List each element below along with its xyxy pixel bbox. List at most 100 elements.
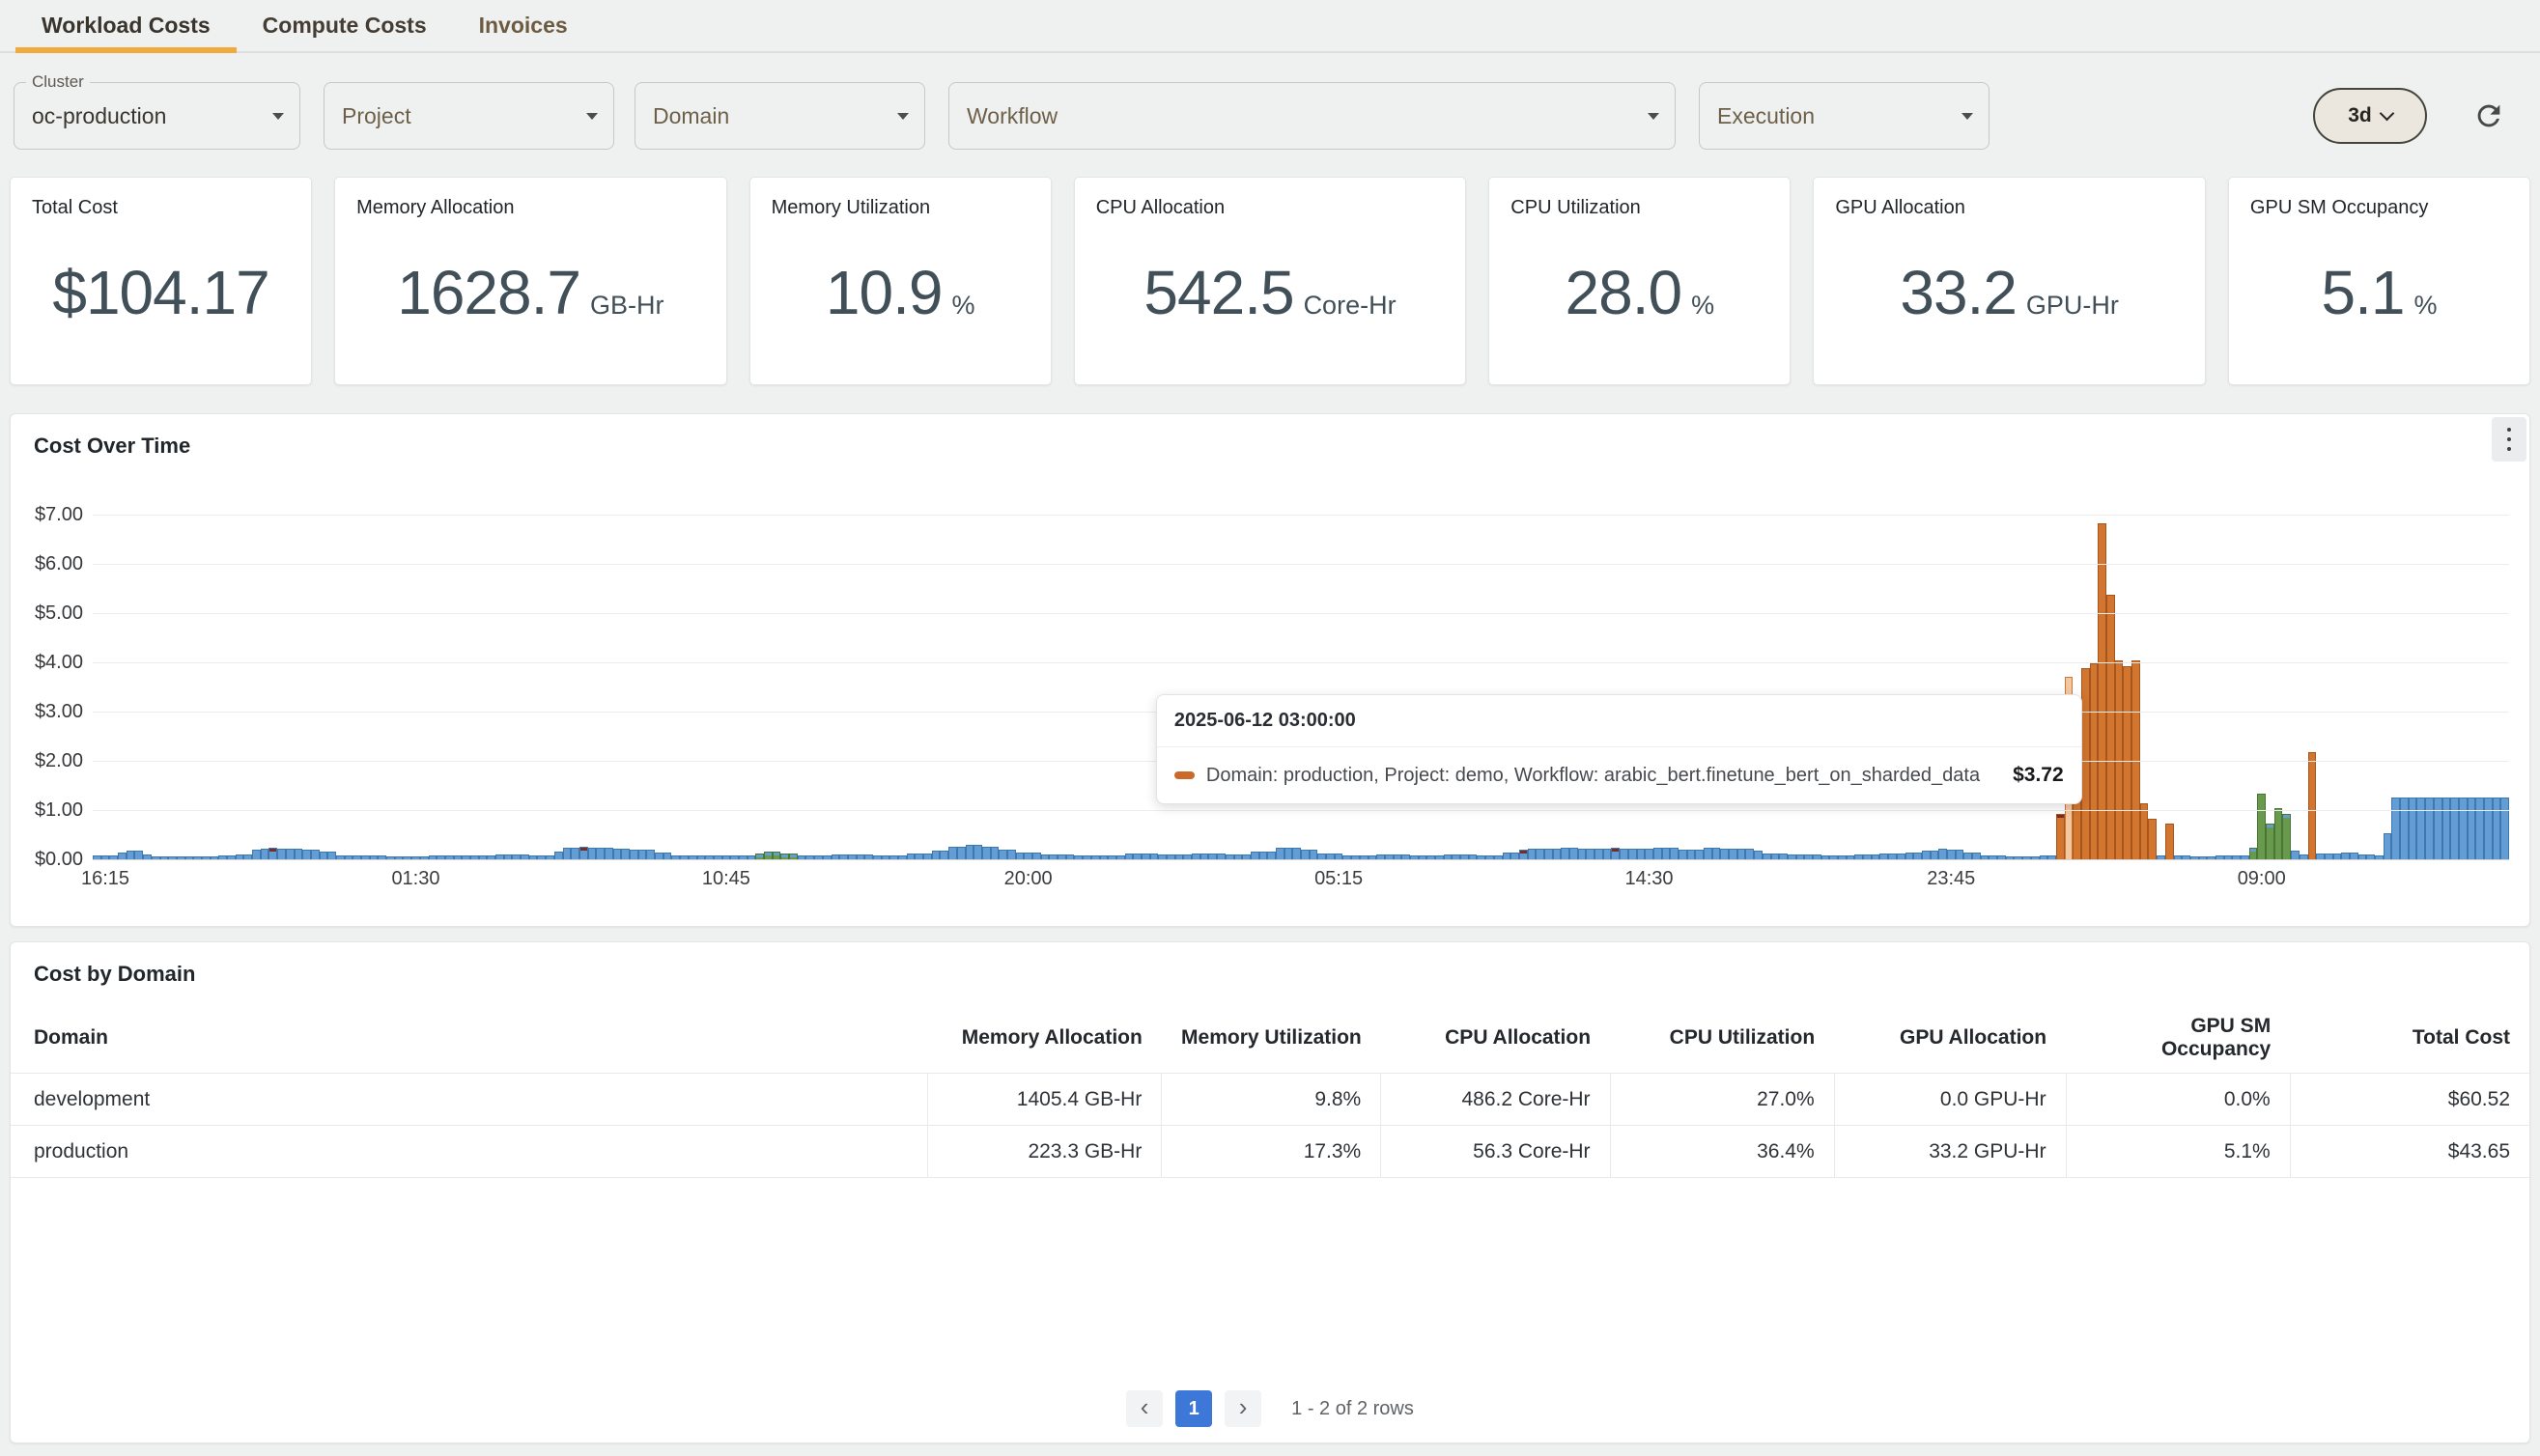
chart-bar[interactable] bbox=[2148, 819, 2157, 860]
page-1-button[interactable]: 1 bbox=[1175, 1390, 1212, 1427]
table-row[interactable]: development1405.4 GB-Hr9.8%486.2 Core-Hr… bbox=[11, 1074, 2529, 1126]
chart-bar[interactable] bbox=[2140, 803, 2149, 860]
gridline bbox=[93, 662, 2509, 663]
column-header-memory-utilization[interactable]: Memory Utilization bbox=[1162, 1003, 1381, 1074]
chart-bar[interactable] bbox=[605, 848, 613, 860]
chart-bar[interactable] bbox=[579, 847, 588, 860]
table-title: Cost by Domain bbox=[11, 942, 2529, 986]
chart-bar[interactable] bbox=[268, 848, 277, 860]
gridline bbox=[93, 859, 2509, 860]
chart-bar[interactable] bbox=[2274, 808, 2283, 860]
kebab-icon bbox=[2507, 447, 2511, 451]
tab-workload-costs[interactable]: Workload Costs bbox=[15, 0, 237, 51]
chart-bar[interactable] bbox=[2484, 798, 2493, 860]
time-range-button[interactable]: 3d bbox=[2313, 88, 2427, 144]
bar-tip bbox=[2057, 815, 2064, 818]
bar-tip bbox=[756, 854, 763, 857]
chart-bar[interactable] bbox=[2434, 798, 2442, 860]
chart-menu-button[interactable] bbox=[2492, 417, 2526, 462]
project-select[interactable]: Project bbox=[324, 82, 614, 150]
chart-bar[interactable] bbox=[948, 847, 957, 860]
chart-bar[interactable] bbox=[1712, 848, 1721, 860]
chart-bar[interactable] bbox=[1284, 848, 1293, 860]
bar-tip bbox=[2267, 825, 2273, 827]
chart-bar[interactable] bbox=[2409, 798, 2417, 860]
chart-bar[interactable] bbox=[2475, 798, 2484, 860]
chart-bar[interactable] bbox=[2468, 798, 2476, 860]
kpi-unit: GB-Hr bbox=[590, 291, 664, 321]
chart-bar[interactable] bbox=[2425, 798, 2434, 860]
time-range-label: 3d bbox=[2348, 104, 2372, 127]
chart-bar[interactable] bbox=[1276, 848, 1284, 860]
table-cell: 36.4% bbox=[1610, 1126, 1834, 1178]
chart-bar[interactable] bbox=[2106, 595, 2115, 860]
table-cell: 486.2 Core-Hr bbox=[1381, 1074, 1610, 1126]
column-header-gpu-sm-occupancy[interactable]: GPU SM Occupancy bbox=[2066, 1003, 2290, 1074]
chart-bar[interactable] bbox=[596, 848, 605, 860]
tab-compute-costs[interactable]: Compute Costs bbox=[237, 0, 453, 51]
cost-by-domain-panel: Cost by Domain DomainMemory AllocationMe… bbox=[10, 941, 2530, 1443]
chart-bar[interactable] bbox=[2266, 824, 2274, 860]
chart-bar[interactable] bbox=[1561, 848, 1569, 860]
chart-bar[interactable] bbox=[2056, 814, 2065, 860]
column-header-gpu-allocation[interactable]: GPU Allocation bbox=[1834, 1003, 2066, 1074]
kpi-value-wrap: 5.1% bbox=[2250, 219, 2508, 365]
chart-bar[interactable] bbox=[1704, 848, 1712, 860]
chart-bar[interactable] bbox=[2090, 663, 2099, 860]
chart-bar[interactable] bbox=[2123, 666, 2131, 860]
chart-bar[interactable] bbox=[982, 847, 991, 860]
execution-select[interactable]: Execution bbox=[1699, 82, 1990, 150]
tab-invoices[interactable]: Invoices bbox=[453, 0, 594, 51]
pagination-summary: 1 - 2 of 2 rows bbox=[1291, 1398, 1414, 1420]
chart-bar[interactable] bbox=[2442, 798, 2451, 860]
next-page-button[interactable]: › bbox=[1225, 1390, 1261, 1427]
cluster-select[interactable]: Cluster oc-production bbox=[14, 82, 300, 150]
chart-bar[interactable] bbox=[2400, 798, 2409, 860]
kpi-label: Memory Allocation bbox=[356, 197, 705, 219]
kpi-value: $104.17 bbox=[52, 257, 268, 328]
workflow-select[interactable]: Workflow bbox=[948, 82, 1676, 150]
kpi-card-cpu-utilization: CPU Utilization28.0% bbox=[1488, 177, 1791, 385]
chart-bar[interactable] bbox=[2459, 798, 2468, 860]
kpi-value-group: 542.5Core-Hr bbox=[1143, 257, 1396, 328]
table-row[interactable]: production223.3 GB-Hr17.3%56.3 Core-Hr36… bbox=[11, 1126, 2529, 1178]
column-header-cpu-allocation[interactable]: CPU Allocation bbox=[1381, 1003, 1610, 1074]
chart-bar[interactable] bbox=[2308, 752, 2317, 860]
chart-bar[interactable] bbox=[991, 847, 1000, 860]
chart-bar[interactable] bbox=[2081, 668, 2090, 860]
dropdown-arrow-icon bbox=[272, 113, 284, 120]
kpi-value-wrap: 1628.7GB-Hr bbox=[356, 219, 705, 365]
project-select-placeholder: Project bbox=[342, 103, 411, 129]
chart-bar[interactable] bbox=[2450, 798, 2459, 860]
chart-bar[interactable] bbox=[2416, 798, 2425, 860]
chart-bar[interactable] bbox=[974, 845, 982, 860]
cost-by-domain-table: DomainMemory AllocationMemory Utilizatio… bbox=[11, 1003, 2529, 1178]
column-header-memory-allocation[interactable]: Memory Allocation bbox=[927, 1003, 1162, 1074]
chart-bar[interactable] bbox=[2282, 814, 2291, 860]
chart-bar[interactable] bbox=[2500, 798, 2509, 860]
kpi-value-group: 10.9% bbox=[826, 257, 975, 328]
chart-bar[interactable] bbox=[1611, 848, 1620, 860]
bar-tip bbox=[1612, 849, 1619, 852]
chart-bar[interactable] bbox=[966, 845, 974, 860]
bar-tip bbox=[2250, 849, 2257, 852]
column-header-cpu-utilization[interactable]: CPU Utilization bbox=[1610, 1003, 1834, 1074]
kpi-card-gpu-sm-occupancy: GPU SM Occupancy5.1% bbox=[2228, 177, 2530, 385]
chart-bar[interactable] bbox=[2257, 794, 2266, 860]
column-header-domain[interactable]: Domain bbox=[11, 1003, 927, 1074]
chart-bar[interactable] bbox=[957, 847, 966, 860]
domain-select[interactable]: Domain bbox=[635, 82, 925, 150]
table-cell: $43.65 bbox=[2290, 1126, 2529, 1178]
chart-bar[interactable] bbox=[2384, 833, 2392, 860]
refresh-button[interactable] bbox=[2469, 97, 2508, 135]
bar-tip bbox=[269, 849, 276, 852]
chart-bar[interactable] bbox=[2493, 798, 2501, 860]
column-header-total-cost[interactable]: Total Cost bbox=[2290, 1003, 2529, 1074]
chart-bar[interactable] bbox=[1292, 848, 1301, 860]
chart-bar[interactable] bbox=[1569, 848, 1578, 860]
chart-bar[interactable] bbox=[2391, 798, 2400, 860]
bar-tip bbox=[790, 854, 797, 857]
chart-bar[interactable] bbox=[2165, 824, 2174, 860]
chart-bar[interactable] bbox=[588, 848, 597, 860]
prev-page-button[interactable]: ‹ bbox=[1126, 1390, 1163, 1427]
